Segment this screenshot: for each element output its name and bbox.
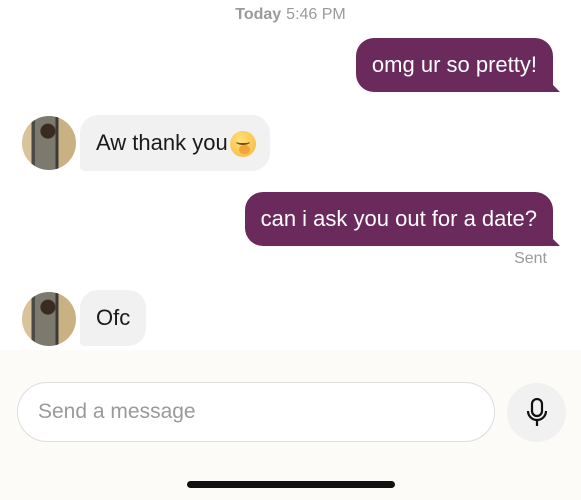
avatar[interactable] — [22, 116, 76, 170]
timestamp-day: Today — [235, 6, 282, 23]
voice-message-button[interactable] — [507, 383, 566, 442]
microphone-icon — [526, 397, 547, 426]
message-text: Aw thank you — [96, 130, 228, 155]
message-bubble-outgoing[interactable]: can i ask you out for a date? — [244, 192, 561, 246]
message-input[interactable] — [17, 382, 495, 442]
message-bubble-incoming[interactable]: Aw thank you — [80, 115, 270, 171]
conversation-timestamp: Today 5:46 PM — [0, 6, 581, 24]
home-indicator — [187, 481, 395, 488]
timestamp-time: 5:46 PM — [286, 6, 346, 23]
message-status: Sent — [514, 250, 547, 267]
message-text: Ofc — [96, 305, 131, 330]
message-text: can i ask you out for a date? — [260, 206, 537, 231]
message-bubble-outgoing[interactable]: omg ur so pretty! — [355, 38, 561, 92]
message-bubble-incoming[interactable]: Ofc — [80, 290, 147, 346]
avatar[interactable] — [22, 292, 76, 346]
hand-over-mouth-emoji-icon — [229, 131, 256, 157]
message-text: omg ur so pretty! — [371, 52, 537, 77]
